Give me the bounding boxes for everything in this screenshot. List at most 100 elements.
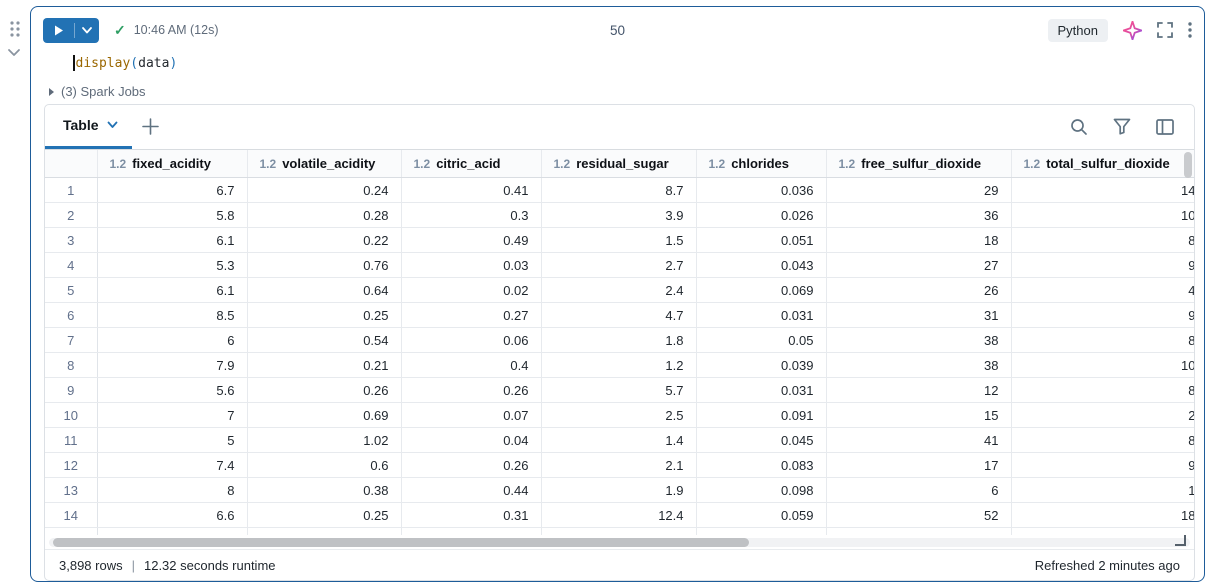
table-cell[interactable]: 0.026	[696, 203, 826, 228]
table-cell[interactable]: 4	[1011, 278, 1194, 303]
column-header-residual_sugar[interactable]: 1.2residual_sugar	[541, 150, 696, 178]
table-cell[interactable]: 0.31	[401, 503, 541, 528]
table-cell[interactable]: 0.21	[247, 353, 401, 378]
table-cell[interactable]: 6.6	[97, 503, 247, 528]
table-cell[interactable]: 2.1	[541, 453, 696, 478]
table-cell[interactable]: 6.1	[97, 278, 247, 303]
table-cell[interactable]: 0.26	[401, 453, 541, 478]
table-cell[interactable]: 1.02	[247, 428, 401, 453]
tab-dropdown-chevron-icon[interactable]	[107, 121, 118, 129]
table-cell[interactable]: 0.6	[247, 453, 401, 478]
table-row[interactable]: 56.10.640.022.40.069264	[45, 278, 1194, 303]
table-cell[interactable]: 0.059	[696, 503, 826, 528]
table-cell[interactable]: 3.9	[541, 203, 696, 228]
table-cell[interactable]: 7	[97, 403, 247, 428]
table-cell[interactable]: 9	[1011, 303, 1194, 328]
table-cell[interactable]: 41	[826, 428, 1011, 453]
table-row[interactable]: 1380.380.441.90.09861	[45, 478, 1194, 503]
table-cell[interactable]: 0.26	[401, 378, 541, 403]
table-cell[interactable]: 2.7	[541, 253, 696, 278]
table-cell[interactable]: 31	[826, 303, 1011, 328]
table-row[interactable]: 127.40.60.262.10.083179	[45, 453, 1194, 478]
table-cell[interactable]: 0.22	[247, 228, 401, 253]
table-cell[interactable]: 0.26	[247, 378, 401, 403]
table-cell[interactable]: 12.4	[541, 503, 696, 528]
table-cell[interactable]: 0.27	[401, 303, 541, 328]
table-cell[interactable]: 10	[1011, 353, 1194, 378]
table-row[interactable]: 45.30.760.032.70.043279	[45, 253, 1194, 278]
table-cell[interactable]: 52	[826, 503, 1011, 528]
code-editor-line[interactable]: display(data)	[73, 54, 1192, 72]
column-header-total_sulfur_dioxide[interactable]: 1.2total_sulfur_dioxide	[1011, 150, 1194, 178]
table-cell[interactable]: 0.039	[696, 353, 826, 378]
column-header-free_sulfur_dioxide[interactable]: 1.2free_sulfur_dioxide	[826, 150, 1011, 178]
columns-panel-icon[interactable]	[1156, 119, 1174, 135]
table-row[interactable]: 95.60.260.265.70.031128	[45, 378, 1194, 403]
table-cell[interactable]: 2	[1011, 403, 1194, 428]
table-cell[interactable]: 0.098	[696, 478, 826, 503]
column-header-citric_acid[interactable]: 1.2citric_acid	[401, 150, 541, 178]
table-cell[interactable]: 8	[97, 478, 247, 503]
table-cell[interactable]: 6	[97, 328, 247, 353]
table-cell[interactable]: 18	[1011, 503, 1194, 528]
tab-table[interactable]: Table	[45, 105, 132, 149]
vertical-scrollbar[interactable]	[1184, 152, 1192, 178]
table-row[interactable]: 1151.020.041.40.045418	[45, 428, 1194, 453]
table-row[interactable]: 68.50.250.274.70.031319	[45, 303, 1194, 328]
search-icon[interactable]	[1070, 118, 1088, 136]
expand-fullscreen-icon[interactable]	[1157, 22, 1173, 38]
table-cell[interactable]: 0.64	[247, 278, 401, 303]
table-row[interactable]: 760.540.061.80.05388	[45, 328, 1194, 353]
table-cell[interactable]: 0.051	[696, 228, 826, 253]
table-cell[interactable]: 0.069	[696, 278, 826, 303]
table-cell[interactable]: 29	[826, 178, 1011, 203]
table-cell[interactable]: 8.7	[541, 178, 696, 203]
table-cell[interactable]: 8	[1011, 228, 1194, 253]
table-cell[interactable]: 38	[826, 353, 1011, 378]
table-cell[interactable]: 6.1	[97, 228, 247, 253]
kebab-menu-icon[interactable]	[1188, 22, 1192, 38]
table-cell[interactable]: 12	[826, 378, 1011, 403]
collapse-cell-chevron-icon[interactable]	[7, 48, 21, 57]
table-cell[interactable]: 0.3	[401, 203, 541, 228]
table-row[interactable]: 1070.690.072.50.091152	[45, 403, 1194, 428]
table-cell[interactable]: 0.25	[247, 303, 401, 328]
table-cell[interactable]: 5.3	[97, 253, 247, 278]
table-cell[interactable]: 26	[826, 278, 1011, 303]
table-cell[interactable]: 5.8	[97, 203, 247, 228]
table-cell[interactable]: 18	[826, 228, 1011, 253]
assistant-sparkle-icon[interactable]	[1123, 21, 1142, 40]
horizontal-scrollbar[interactable]	[53, 538, 749, 547]
table-cell[interactable]: 9	[1011, 253, 1194, 278]
resize-handle[interactable]	[1175, 535, 1186, 546]
table-cell[interactable]: 14	[1011, 178, 1194, 203]
table-cell[interactable]: 38	[826, 328, 1011, 353]
table-cell[interactable]: 0.045	[696, 428, 826, 453]
table-cell[interactable]: 0.043	[696, 253, 826, 278]
table-cell[interactable]: 0.76	[247, 253, 401, 278]
language-selector[interactable]: Python	[1048, 19, 1108, 42]
table-cell[interactable]: 27	[826, 253, 1011, 278]
table-cell[interactable]: 5.7	[541, 378, 696, 403]
table-cell[interactable]: 1.5	[541, 228, 696, 253]
table-cell[interactable]: 0.49	[401, 228, 541, 253]
table-cell[interactable]: 1	[1011, 478, 1194, 503]
table-cell[interactable]: 0.24	[247, 178, 401, 203]
table-cell[interactable]: 1.9	[541, 478, 696, 503]
table-cell[interactable]: 1.2	[541, 353, 696, 378]
filter-icon[interactable]	[1113, 118, 1131, 135]
table-cell[interactable]: 0.031	[696, 303, 826, 328]
table-cell[interactable]: 0.28	[247, 203, 401, 228]
table-cell[interactable]: 0.38	[247, 478, 401, 503]
table-cell[interactable]: 0.04	[401, 428, 541, 453]
table-cell[interactable]: 4.7	[541, 303, 696, 328]
table-cell[interactable]: 0.06	[401, 328, 541, 353]
table-cell[interactable]: 0.091	[696, 403, 826, 428]
table-cell[interactable]: 5	[97, 428, 247, 453]
table-row[interactable]: 16.70.240.418.70.0362914	[45, 178, 1194, 203]
table-cell[interactable]: 15	[826, 403, 1011, 428]
table-cell[interactable]: 6	[826, 478, 1011, 503]
table-cell[interactable]: 36	[826, 203, 1011, 228]
table-cell[interactable]: 0.031	[696, 378, 826, 403]
table-cell[interactable]: 2.4	[541, 278, 696, 303]
